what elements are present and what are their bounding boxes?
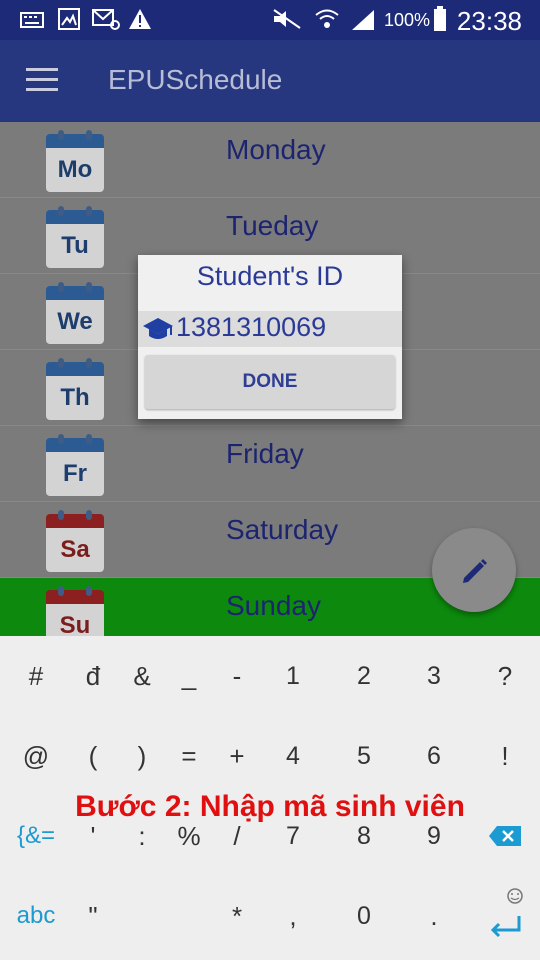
calendar-icon: Sa [46, 510, 104, 572]
key[interactable]: 1 [262, 640, 324, 712]
graduation-cap-icon [143, 318, 173, 339]
day-row-monday[interactable]: Mo Monday [0, 122, 540, 198]
keyboard-icon [20, 12, 44, 28]
enter-key[interactable] [474, 880, 536, 952]
key[interactable]: 5 [333, 720, 395, 792]
done-button[interactable]: DONE [145, 355, 395, 409]
edit-pencil-icon [463, 559, 487, 583]
wifi-icon [315, 9, 339, 28]
mail-icon [92, 9, 120, 30]
hamburger-menu-icon[interactable] [26, 68, 58, 92]
key[interactable]: + [206, 720, 268, 792]
student-id-dialog: Student's ID 1381310069 DONE [138, 255, 402, 419]
instruction-caption: Bước 2: Nhập mã sinh viên [75, 790, 465, 823]
key[interactable]: ? [474, 640, 536, 712]
status-bar: 100% 23:38 [0, 0, 540, 40]
battery-icon [434, 6, 446, 31]
day-label: Monday [226, 134, 326, 165]
calendar-day-abbr: We [46, 300, 104, 344]
calendar-icon: Tu [46, 206, 104, 268]
day-label: Sunday [226, 590, 321, 621]
clock: 23:38 [456, 6, 522, 36]
signal-icon [352, 10, 374, 30]
key[interactable]: @ [5, 720, 67, 792]
key[interactable]: ! [474, 720, 536, 792]
day-label: Tueday [226, 210, 319, 241]
mute-icon [273, 9, 301, 29]
key[interactable]: . [403, 880, 465, 952]
calendar-day-abbr: Tu [46, 224, 104, 268]
warning-icon [129, 9, 151, 29]
calendar-icon: We [46, 282, 104, 344]
backspace-icon [489, 826, 521, 846]
image-icon [58, 8, 80, 30]
calendar-day-abbr: Su [46, 604, 104, 636]
key[interactable]: 2 [333, 640, 395, 712]
enter-icon [490, 888, 523, 938]
key[interactable]: # [5, 640, 67, 712]
key[interactable]: * [206, 880, 268, 952]
key[interactable]: , [262, 880, 324, 952]
key[interactable]: " [62, 880, 124, 952]
calendar-icon: Su [46, 586, 104, 636]
key[interactable]: - [206, 640, 268, 712]
student-id-input[interactable]: 1381310069 [138, 311, 402, 347]
calendar-icon: Fr [46, 434, 104, 496]
key[interactable]: 4 [262, 720, 324, 792]
app-bar: EPUSchedule [0, 40, 540, 122]
day-row-friday[interactable]: Fr Friday [0, 426, 540, 502]
day-label: Friday [226, 438, 304, 469]
calendar-icon: Th [46, 358, 104, 420]
calendar-day-abbr: Th [46, 376, 104, 420]
battery-percent: 100% [384, 10, 431, 30]
key[interactable]: 3 [403, 640, 465, 712]
app-title: EPUSchedule [108, 64, 283, 95]
calendar-day-abbr: Fr [46, 452, 104, 496]
calendar-icon: Mo [46, 130, 104, 192]
student-id-value: 1381310069 [176, 312, 327, 342]
calendar-day-abbr: Sa [46, 528, 104, 572]
calendar-day-abbr: Mo [46, 148, 104, 192]
key[interactable]: 0 [333, 880, 395, 952]
edit-fab-button[interactable] [432, 528, 516, 612]
abc-switch-key[interactable]: abc [5, 880, 67, 952]
key[interactable]: 6 [403, 720, 465, 792]
dialog-title: Student's ID [196, 261, 344, 291]
day-label: Saturday [226, 514, 339, 545]
